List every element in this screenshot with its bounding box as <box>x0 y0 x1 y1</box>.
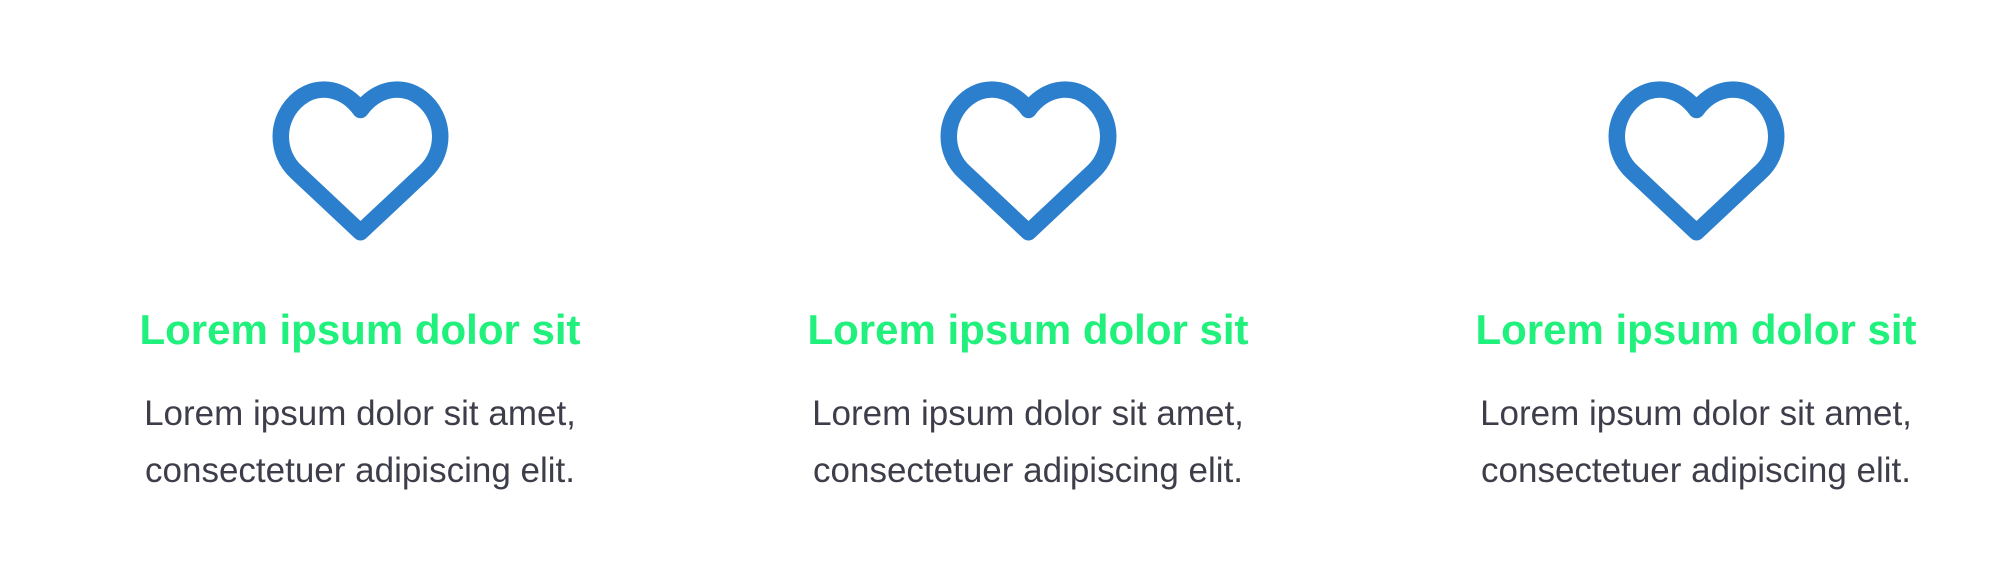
feature-description: Lorem ipsum dolor sit amet, consectetuer… <box>80 385 640 499</box>
feature-description: Lorem ipsum dolor sit amet, consectetuer… <box>1416 385 1976 499</box>
feature-description-line: consectetuer adipiscing elit. <box>145 451 575 490</box>
heart-icon <box>80 77 640 242</box>
heart-icon <box>748 77 1308 242</box>
feature-description-line: consectetuer adipiscing elit. <box>813 451 1243 490</box>
feature-description-line: Lorem ipsum dolor sit amet, <box>812 394 1244 433</box>
feature-title: Lorem ipsum dolor sit <box>1475 306 1917 353</box>
feature-description-line: Lorem ipsum dolor sit amet, <box>1480 394 1912 433</box>
feature-description-line: Lorem ipsum dolor sit amet, <box>144 394 576 433</box>
feature-title: Lorem ipsum dolor sit <box>139 306 581 353</box>
heart-icon <box>1416 77 1976 242</box>
feature-description: Lorem ipsum dolor sit amet, consectetuer… <box>748 385 1308 499</box>
feature-description-line: consectetuer adipiscing elit. <box>1481 451 1911 490</box>
feature-title: Lorem ipsum dolor sit <box>807 306 1249 353</box>
